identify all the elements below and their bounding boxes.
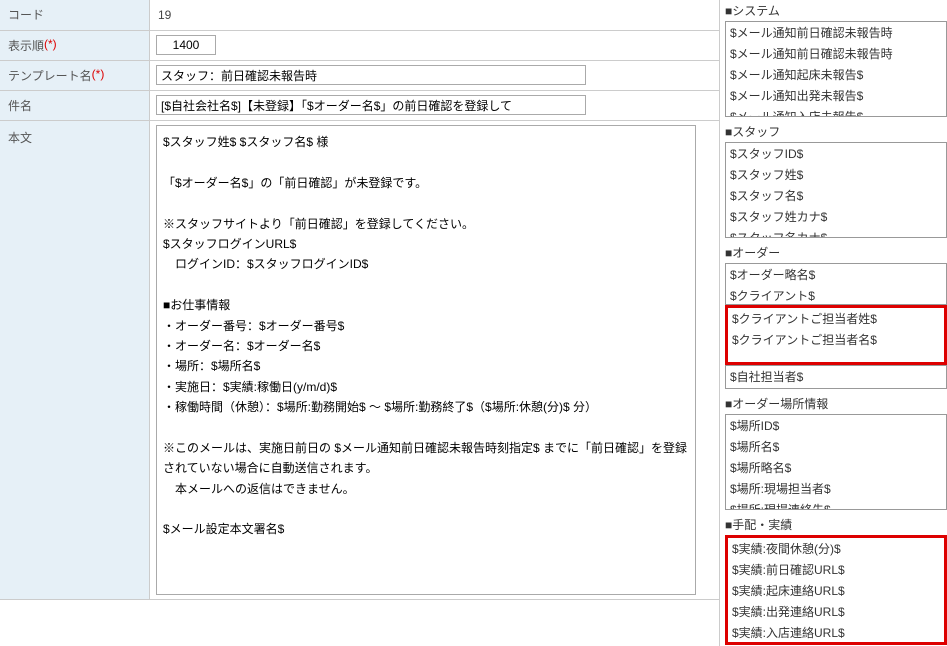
variable-item[interactable]: $実績:起床連絡URL$ bbox=[728, 580, 944, 601]
label-display-order: 表示順(*) bbox=[0, 31, 150, 60]
variable-item[interactable]: $実績:前日確認URL$ bbox=[728, 559, 944, 580]
variable-item[interactable]: $スタッフID$ bbox=[726, 143, 946, 164]
variable-listbox[interactable]: $場所ID$$場所名$$場所略名$$場所:現場担当者$$場所:現場連絡先$ bbox=[725, 414, 947, 510]
label-code: コード bbox=[0, 0, 150, 30]
variable-item[interactable]: $メール通知入店未報告$ bbox=[726, 106, 946, 117]
group-title: ■オーダー場所情報 bbox=[725, 393, 947, 414]
variable-item[interactable]: $場所:現場連絡先$ bbox=[726, 499, 946, 510]
group-title: ■スタッフ bbox=[725, 121, 947, 142]
variable-listbox-highlight[interactable]: $実績:夜間休憩(分)$$実績:前日確認URL$$実績:起床連絡URL$$実績:… bbox=[725, 535, 947, 645]
input-display-order[interactable] bbox=[156, 35, 216, 55]
variable-item[interactable]: $場所名$ bbox=[726, 436, 946, 457]
variable-item[interactable]: $メール通知前日確認未報告時 bbox=[726, 43, 946, 64]
variable-item[interactable]: $メール通知前日確認未報告時 bbox=[726, 22, 946, 43]
variable-item[interactable]: $クライアントご担当者姓$ bbox=[728, 308, 944, 329]
variable-item[interactable]: $オーダー略名$ bbox=[726, 264, 946, 285]
group-title: ■手配・実績 bbox=[725, 514, 947, 535]
variable-item[interactable]: $実績:入店連絡URL$ bbox=[728, 622, 944, 643]
textarea-body[interactable] bbox=[156, 125, 696, 595]
variable-item[interactable]: $クライアント$ bbox=[726, 285, 946, 305]
variable-item[interactable]: $自社担当者$ bbox=[726, 366, 946, 387]
variable-listbox[interactable]: $オーダー略名$$クライアント$ bbox=[725, 263, 947, 305]
group-title: ■オーダー bbox=[725, 242, 947, 263]
input-template-name[interactable] bbox=[156, 65, 586, 85]
variable-item[interactable]: $スタッフ姓カナ$ bbox=[726, 206, 946, 227]
variable-item[interactable]: $実績:夜間休憩(分)$ bbox=[728, 538, 944, 559]
variable-item[interactable]: $スタッフ名カナ$ bbox=[726, 227, 946, 238]
variable-listbox[interactable]: $自社担当者$ bbox=[725, 365, 947, 389]
variable-item[interactable]: $クライアントご担当者名$ bbox=[728, 329, 944, 350]
variable-item[interactable]: $場所:現場担当者$ bbox=[726, 478, 946, 499]
variable-listbox-highlight[interactable]: $クライアントご担当者姓$$クライアントご担当者名$ bbox=[725, 305, 947, 365]
value-code: 19 bbox=[156, 4, 173, 26]
variable-item[interactable]: $メール通知起床未報告$ bbox=[726, 64, 946, 85]
input-subject[interactable] bbox=[156, 95, 586, 115]
label-body: 本文 bbox=[0, 121, 150, 599]
variable-item[interactable]: $メール通知出発未報告$ bbox=[726, 85, 946, 106]
variable-listbox[interactable]: $メール通知前日確認未報告時$メール通知前日確認未報告時$メール通知起床未報告$… bbox=[725, 21, 947, 117]
variable-item[interactable]: $場所ID$ bbox=[726, 415, 946, 436]
variable-item[interactable]: $実績:出発連絡URL$ bbox=[728, 601, 944, 622]
variable-listbox[interactable]: $スタッフID$$スタッフ姓$$スタッフ名$$スタッフ姓カナ$$スタッフ名カナ$ bbox=[725, 142, 947, 238]
label-template-name: テンプレート名(*) bbox=[0, 61, 150, 90]
variable-item[interactable]: $場所略名$ bbox=[726, 457, 946, 478]
label-subject: 件名 bbox=[0, 91, 150, 120]
variable-item[interactable]: $スタッフ名$ bbox=[726, 185, 946, 206]
variable-item[interactable]: $スタッフ姓$ bbox=[726, 164, 946, 185]
group-title: ■システム bbox=[725, 0, 947, 21]
